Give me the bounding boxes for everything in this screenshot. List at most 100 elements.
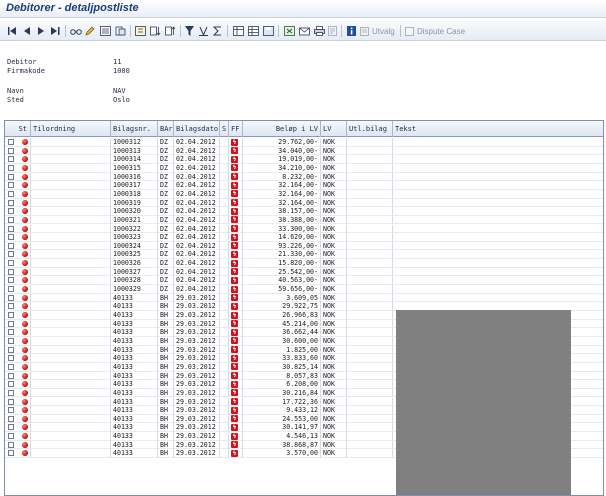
table-row[interactable]: 40133 BH 29.03.2012 ϟ 3.609,05 NOK — [5, 293, 603, 303]
row-select-checkbox[interactable] — [8, 372, 14, 379]
row-select-checkbox[interactable] — [8, 164, 14, 171]
row-select-checkbox[interactable] — [8, 441, 14, 448]
table-row[interactable]: 1000327 DZ 02.04.2012 ϟ 25.542,00- NOK — [5, 267, 603, 277]
document-icon[interactable] — [114, 25, 126, 37]
glasses-icon[interactable] — [70, 25, 82, 37]
select-layout-icon[interactable] — [247, 25, 259, 37]
row-select-checkbox[interactable] — [8, 234, 14, 241]
row-select-checkbox[interactable] — [8, 346, 14, 353]
table-row[interactable]: 1000326 DZ 02.04.2012 ϟ 15.820,00- NOK — [5, 259, 603, 268]
print-icon[interactable] — [313, 25, 325, 37]
table-row[interactable]: 1000317 DZ 02.04.2012 ϟ 32.164,00- NOK — [5, 181, 603, 190]
column-header-bar[interactable]: BAr — [158, 121, 174, 137]
note-icon[interactable] — [327, 25, 337, 37]
row-select-checkbox[interactable] — [8, 260, 14, 267]
table-row[interactable]: 1000319 DZ 02.04.2012 ϟ 32.164,00- NOK — [5, 198, 603, 208]
previous-page-icon[interactable] — [22, 25, 32, 37]
table-row[interactable]: 1000312 DZ 02.04.2012 ϟ 29.762,00- NOK — [5, 138, 603, 147]
first-page-icon[interactable] — [7, 25, 17, 37]
row-select-checkbox[interactable] — [8, 363, 14, 370]
row-select-checkbox[interactable] — [8, 173, 14, 180]
mail-icon[interactable] — [298, 25, 310, 37]
s-cell — [220, 440, 229, 450]
row-select-checkbox[interactable] — [8, 286, 14, 293]
table-row[interactable]: 1000324 DZ 02.04.2012 ϟ 93.226,00- NOK — [5, 241, 603, 251]
row-select-checkbox[interactable] — [8, 312, 14, 318]
utvalg-button[interactable]: Utvalg — [360, 25, 395, 37]
table-row[interactable]: 1000325 DZ 02.04.2012 ϟ 21.330,00- NOK — [5, 250, 603, 260]
row-select-checkbox[interactable] — [8, 156, 14, 163]
export-icon[interactable] — [283, 25, 295, 37]
table-row[interactable]: 1000320 DZ 02.04.2012 ϟ 38.157,00- NOK — [5, 207, 603, 216]
column-header-s[interactable]: S — [220, 121, 229, 137]
info-icon[interactable] — [346, 25, 356, 37]
row-select-checkbox[interactable] — [8, 139, 14, 145]
table-row[interactable]: 1000313 DZ 02.04.2012 ϟ 34.040,00- NOK — [5, 146, 603, 156]
sort-descending-icon[interactable] — [164, 25, 176, 37]
next-page-icon[interactable] — [36, 25, 46, 37]
table-row[interactable]: 1000328 DZ 02.04.2012 ϟ 40.563,00- NOK — [5, 276, 603, 286]
utl-bilag-cell — [347, 345, 393, 355]
row-select-checkbox[interactable] — [8, 433, 14, 440]
row-select-checkbox[interactable] — [8, 320, 14, 327]
row-select-checkbox[interactable] — [8, 190, 14, 197]
row-select-checkbox[interactable] — [8, 199, 14, 206]
table-row[interactable]: 1000321 DZ 02.04.2012 ϟ 38.388,00- NOK — [5, 215, 603, 225]
column-header-tilordning[interactable]: Tilordning — [31, 121, 111, 137]
pencil-icon[interactable] — [85, 25, 95, 37]
column-header-bilagsnr[interactable]: Bilagsnr. — [111, 121, 158, 137]
column-header-st[interactable]: St — [5, 121, 31, 137]
due-date-icon: ϟ — [231, 147, 238, 155]
row-select-checkbox[interactable] — [8, 277, 14, 284]
tekst-cell — [393, 225, 603, 234]
table-row[interactable]: 1000314 DZ 02.04.2012 ϟ 19.019,00- NOK — [5, 155, 603, 164]
sort-ascending-icon[interactable] — [149, 25, 161, 37]
s-cell — [220, 380, 229, 389]
row-select-checkbox[interactable] — [8, 303, 14, 310]
row-select-checkbox[interactable] — [8, 329, 14, 336]
row-select-checkbox[interactable] — [8, 450, 14, 457]
row-select-checkbox[interactable] — [8, 389, 14, 396]
row-select-checkbox[interactable] — [8, 182, 14, 189]
s-cell — [220, 198, 229, 208]
filter-icon[interactable] — [184, 25, 194, 37]
table-row[interactable]: 1000323 DZ 02.04.2012 ϟ 14.620,00- NOK — [5, 233, 603, 242]
row-select-checkbox[interactable] — [8, 407, 14, 414]
row-select-checkbox[interactable] — [8, 216, 14, 223]
row-select-checkbox[interactable] — [8, 225, 14, 232]
details-icon[interactable] — [134, 25, 146, 37]
row-select-checkbox[interactable] — [8, 251, 14, 258]
row-select-checkbox[interactable] — [8, 415, 14, 422]
table-row[interactable]: 1000316 DZ 02.04.2012 ϟ 8.232,00- NOK — [5, 172, 603, 182]
due-date-icon: ϟ — [231, 311, 238, 319]
row-select-checkbox[interactable] — [8, 294, 14, 301]
row-select-checkbox[interactable] — [8, 355, 14, 362]
column-header-belop[interactable]: Beløp i LV — [243, 121, 321, 137]
due-date-icon: ϟ — [231, 328, 238, 336]
row-select-checkbox[interactable] — [8, 337, 14, 344]
column-header-ff[interactable]: FF — [229, 121, 243, 137]
column-header-lv[interactable]: LV — [321, 121, 347, 137]
table-row[interactable]: 1000329 DZ 02.04.2012 ϟ 59.656,00- NOK — [5, 285, 603, 294]
column-header-bilagsdato[interactable]: Bilagsdato — [174, 121, 220, 137]
table-row[interactable]: 1000315 DZ 02.04.2012 ϟ 34.210,00- NOK — [5, 163, 603, 173]
table-row[interactable]: 1000322 DZ 02.04.2012 ϟ 33.300,00- NOK — [5, 224, 603, 234]
layout-icon[interactable] — [232, 25, 244, 37]
row-select-checkbox[interactable] — [8, 147, 14, 154]
row-select-checkbox[interactable] — [8, 208, 14, 215]
row-select-checkbox[interactable] — [8, 381, 14, 388]
row-select-checkbox[interactable] — [8, 424, 14, 431]
list-icon[interactable] — [99, 25, 111, 37]
total-icon[interactable] — [198, 25, 208, 37]
subtotal-icon[interactable] — [212, 25, 222, 37]
row-select-checkbox[interactable] — [8, 398, 14, 405]
row-select-checkbox[interactable] — [8, 242, 14, 249]
dispute-case-button[interactable]: Dispute Case — [405, 25, 465, 37]
column-header-utl-bilag[interactable]: Utl.bilag — [347, 121, 393, 137]
save-layout-icon[interactable] — [262, 25, 274, 37]
row-select-checkbox[interactable] — [8, 268, 14, 275]
column-header-tekst[interactable]: Tekst — [393, 121, 603, 137]
tilordning-cell — [31, 163, 111, 173]
last-page-icon[interactable] — [50, 25, 60, 37]
table-row[interactable]: 1000318 DZ 02.04.2012 ϟ 32.164,00- NOK — [5, 189, 603, 199]
